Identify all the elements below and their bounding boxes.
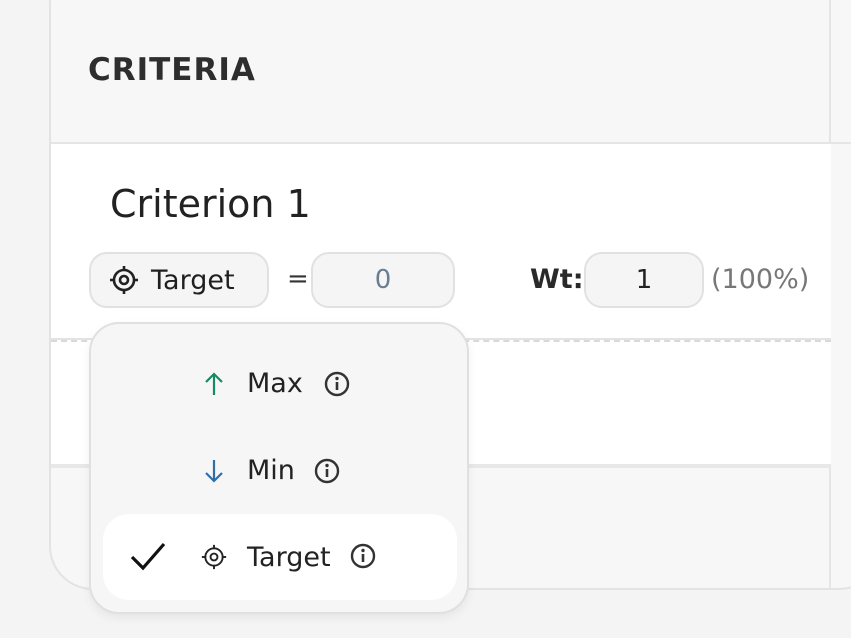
criterion-name[interactable]: Criterion 1 xyxy=(110,182,311,226)
option-label: Target xyxy=(247,541,331,573)
goal-type-button[interactable]: Target xyxy=(89,252,269,308)
checkmark-icon xyxy=(130,542,166,571)
panel-header: CRITERIA xyxy=(51,0,851,144)
target-value-input[interactable]: 0 xyxy=(311,252,455,308)
info-icon[interactable] xyxy=(349,542,377,570)
target-icon xyxy=(201,544,227,570)
panel-title: CRITERIA xyxy=(88,52,256,88)
weight-percent: (100%) xyxy=(711,264,810,295)
goal-type-dropdown: Max Min Target xyxy=(89,322,469,614)
option-label: Max xyxy=(247,367,303,399)
target-icon xyxy=(110,266,138,294)
weight-input[interactable]: 1 xyxy=(584,252,704,308)
info-icon[interactable] xyxy=(313,457,341,485)
arrow-down-icon xyxy=(205,460,223,483)
info-icon[interactable] xyxy=(323,370,351,398)
weight-label: Wt: xyxy=(530,264,584,295)
arrow-up-icon xyxy=(205,372,223,395)
option-min[interactable]: Min xyxy=(103,427,457,513)
option-max[interactable]: Max xyxy=(103,340,457,426)
criterion-row: Criterion 1 Target = 0 Wt: 1 (100%) xyxy=(51,144,831,340)
option-label: Min xyxy=(247,454,295,486)
equals-sign: = xyxy=(287,264,309,294)
goal-type-label: Target xyxy=(151,264,235,296)
option-target[interactable]: Target xyxy=(103,514,457,600)
